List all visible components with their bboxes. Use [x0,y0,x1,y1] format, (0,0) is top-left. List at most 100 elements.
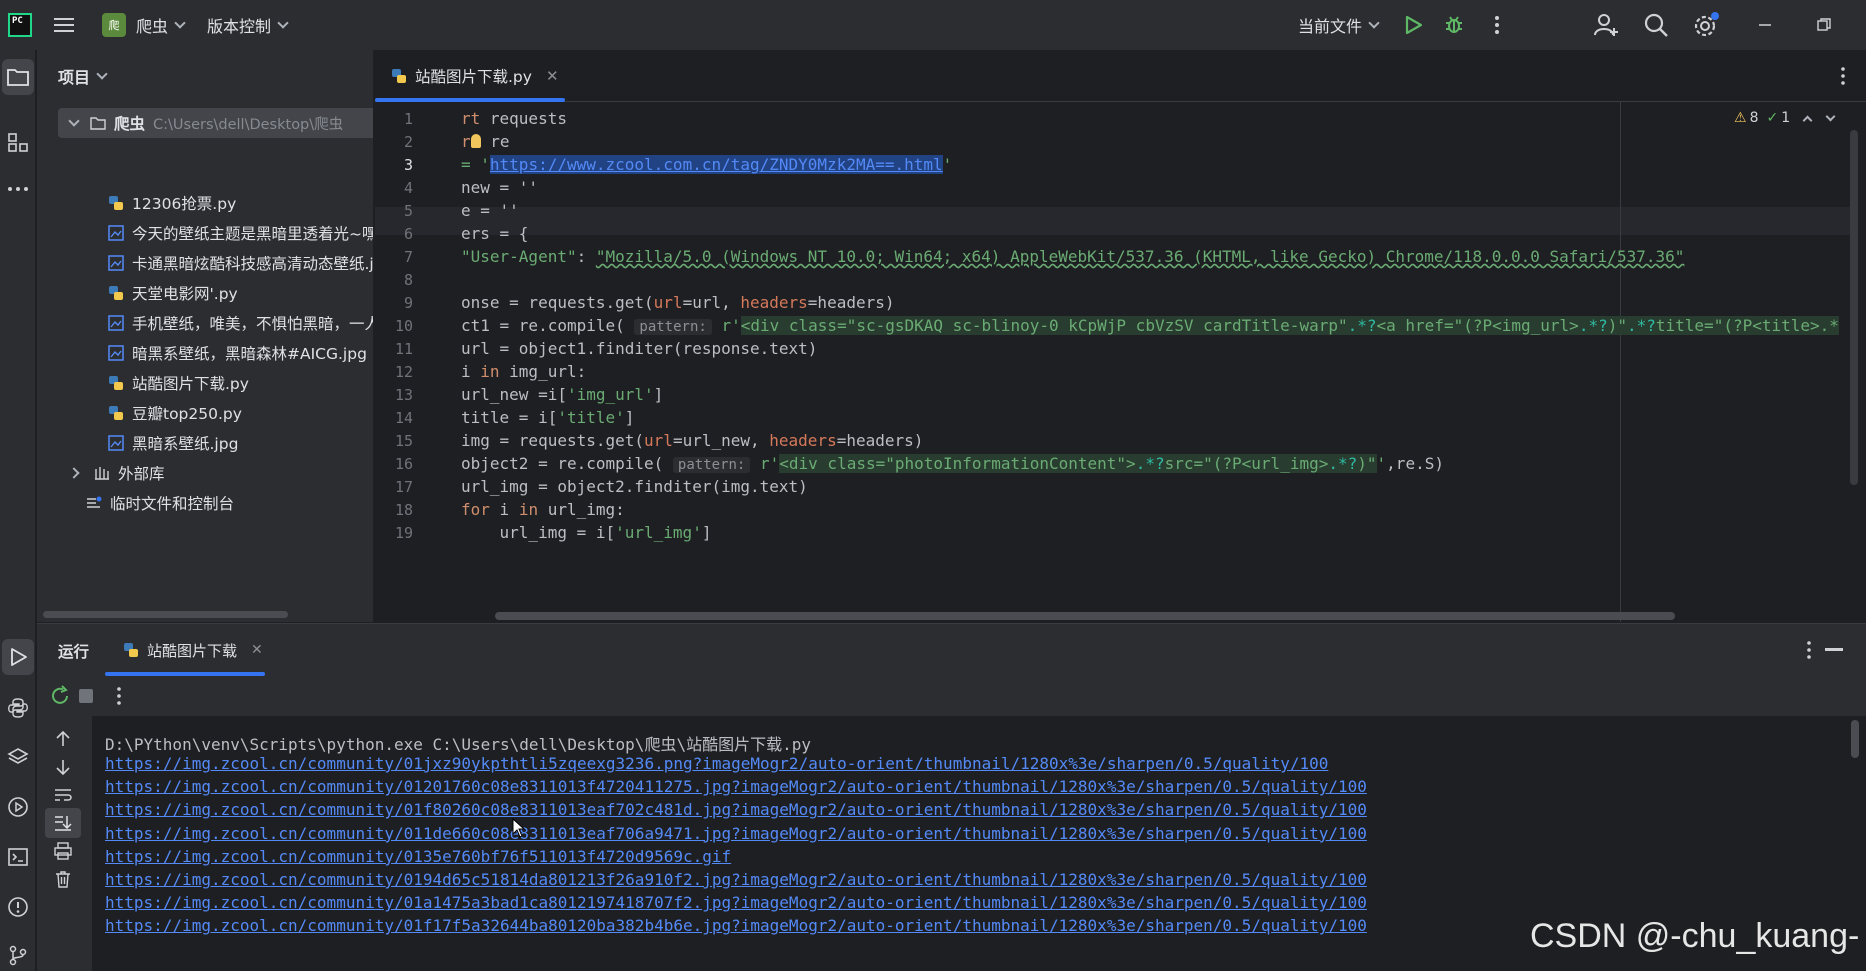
terminal-icon[interactable] [0,839,36,875]
code-token: ] [624,408,635,427]
code-line-13: url_new =i['img_url'] [461,385,663,404]
run-panel-more-icon[interactable] [1801,640,1817,660]
print-icon[interactable] [45,836,81,866]
chevron-up-icon[interactable] [1802,115,1813,125]
run-icon[interactable] [1401,13,1425,37]
scroll-up-icon[interactable] [45,724,81,754]
code-url[interactable]: https://www.zcool.com.cn/tag/ZNDY0Mzk2MA… [489,155,943,174]
project-panel-header[interactable]: 项目 [58,64,108,88]
git-branch-icon[interactable] [0,937,36,971]
code-token: =url_new, [672,431,770,450]
line-number: 14 [394,409,413,427]
tree-external-libraries[interactable]: 外部库 [68,458,165,488]
run-tab[interactable]: 站酷图片下载 ✕ [105,624,265,676]
scroll-down-icon[interactable] [45,752,81,782]
close-tab-icon[interactable]: ✕ [546,67,559,85]
soft-wrap-icon[interactable] [45,780,81,810]
tree-file-item[interactable]: 今天的壁纸主题是黑暗里透着光~嘿嘿 [108,218,373,248]
tree-scratches[interactable]: 临时文件和控制台 [86,488,234,518]
watermark-text: CSDN @-chu_kuang- [1530,917,1860,955]
project-folder-icon[interactable] [2,59,34,95]
code-token: onse = requests.get( [461,293,654,312]
scratches-label: 临时文件和控制台 [110,495,235,513]
warning-icon: ⚠ [1734,110,1747,126]
editor-horizontal-scrollbar[interactable] [495,612,1675,620]
tree-file-item[interactable]: 站酷图片下载.py [108,368,249,398]
close-tab-icon[interactable]: ✕ [251,642,263,658]
editor-tabs: 站酷图片下载.py ✕ [375,50,1866,102]
services-icon[interactable] [0,789,36,825]
editor-vertical-scrollbar[interactable] [1850,130,1858,485]
project-horizontal-scrollbar[interactable] [43,611,288,618]
project-switcher[interactable]: 爬 爬虫 [102,0,186,50]
minimize-button[interactable] [1741,0,1789,50]
regex-token: .*? [1626,316,1656,335]
main-menu-icon[interactable] [52,13,76,37]
regex-token: )" [1357,454,1377,473]
code-line-16: object2 = re.compile( pattern: r'<div cl… [461,454,1444,473]
run-toolbar-more-icon[interactable] [113,686,125,706]
console-output-link[interactable]: https://img.zcool.cn/community/0135e760b… [105,847,731,866]
code-token: i [461,362,481,381]
restore-button[interactable] [1800,0,1848,50]
tree-file-item[interactable]: 豆瓣top250.py [108,398,242,428]
chevron-down-icon [277,17,289,29]
folder-icon [90,117,106,130]
tree-file-item[interactable]: 12306抢票.py [108,188,236,218]
intention-bulb-icon[interactable] [470,134,481,148]
param-hint: pattern: [634,319,712,335]
add-user-icon[interactable] [1593,12,1619,38]
active-tab-underline [375,98,565,102]
console-output-link[interactable]: https://img.zcool.cn/community/01f80260c… [105,800,1367,819]
console-output-link[interactable]: https://img.zcool.cn/community/01jxz90yk… [105,754,1328,773]
console-vertical-scrollbar[interactable] [1851,720,1859,758]
structure-icon[interactable] [0,124,36,160]
rerun-icon[interactable] [49,685,71,707]
chevron-down-icon [96,68,108,80]
root-folder-path: C:\Users\dell\Desktop\爬虫 [153,116,344,133]
code-token: r' [750,454,780,473]
editor-tab-active[interactable]: 站酷图片下载.py ✕ [375,50,565,102]
tree-file-item[interactable]: 暗黑系壁纸，黑暗森林#AICG.jpg [108,338,367,368]
more-tools-icon[interactable] [0,171,36,207]
more-actions-icon[interactable] [1487,13,1507,37]
layers-icon[interactable] [0,739,36,775]
tree-file-item[interactable]: 黑暗系壁纸.jpg [108,428,238,458]
vcs-menu[interactable]: 版本控制 [207,0,289,50]
python-console-icon[interactable] [0,690,36,726]
scroll-to-end-icon[interactable] [45,808,81,838]
run-tool-icon[interactable] [2,639,34,675]
tree-root-folder[interactable]: 爬虫 C:\Users\dell\Desktop\爬虫 [58,108,373,138]
hide-panel-icon[interactable] [1825,648,1843,651]
code-line-12: i in img_url: [461,362,586,381]
debug-icon[interactable] [1442,13,1466,37]
inspection-widget[interactable]: ⚠ 8 ✓ 1 [1734,110,1836,126]
tree-file-item[interactable]: 手机壁纸，唯美，不惧怕黑暗，一人 [108,308,373,338]
console-output-link[interactable]: https://img.zcool.cn/community/0194d65c5… [105,870,1367,889]
chevron-down-icon[interactable] [1825,111,1836,121]
code-token: i [489,500,519,519]
console-output-link[interactable]: https://img.zcool.cn/community/01201760c… [105,777,1367,796]
gear-icon[interactable] [1692,12,1720,38]
project-name: 爬虫 [136,17,169,36]
run-config-selector[interactable]: 当前文件 [1298,0,1380,50]
trash-icon[interactable] [45,864,81,894]
console-output-link[interactable]: https://img.zcool.cn/community/01f17f5a3… [105,916,1367,935]
code-token: url_new =i[ [461,385,567,404]
console-output-link[interactable]: https://img.zcool.cn/community/011de660c… [105,824,1367,843]
stop-icon[interactable] [79,689,93,703]
console-output-link[interactable]: https://img.zcool.cn/community/01a1475a3… [105,893,1367,912]
tree-file-item[interactable]: 卡通黑暗炫酷科技感高清动态壁纸.jpg [108,248,373,278]
code-token: =headers) [836,431,924,450]
line-number: 4 [403,179,413,197]
file-name: 站酷图片下载.py [132,375,249,393]
run-tab-label: 站酷图片下载 [147,641,238,660]
problems-icon[interactable] [0,889,36,925]
tab-more-icon[interactable] [1835,66,1851,86]
code-line-5: e = '' [461,201,519,220]
chevron-down-icon [1368,17,1380,29]
tree-file-item[interactable]: 天堂电影网'.py [108,278,238,308]
regex-token: title="(?P<title>.* [1655,316,1839,335]
code-line-4: new = '' [461,178,539,197]
search-icon[interactable] [1643,12,1669,38]
